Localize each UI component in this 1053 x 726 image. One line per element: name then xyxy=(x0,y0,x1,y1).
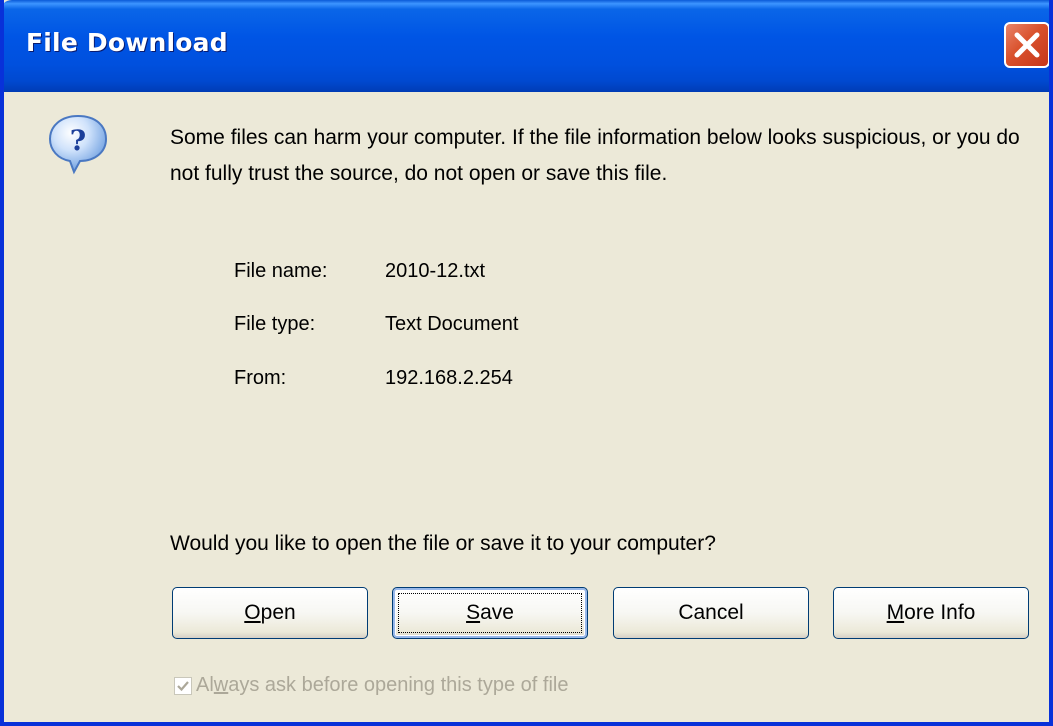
cancel-button-label: Cancel xyxy=(678,601,744,624)
more-info-button[interactable]: More Info xyxy=(833,587,1029,639)
more-info-button-label: More Info xyxy=(886,601,976,624)
svg-text:?: ? xyxy=(70,124,86,157)
always-ask-checkbox xyxy=(174,676,192,695)
file-type-value: Text Document xyxy=(385,313,519,335)
open-button[interactable]: Open xyxy=(172,587,368,639)
close-button[interactable] xyxy=(1004,22,1049,68)
question-icon: ? xyxy=(48,114,108,175)
file-type-label: File type: xyxy=(234,313,316,335)
from-label: From: xyxy=(234,367,287,389)
file-download-dialog: File Download ? Some files can harm your… xyxy=(0,0,1053,726)
always-ask-checkbox-row: Always ask before opening this type of f… xyxy=(174,674,568,697)
cancel-button[interactable]: Cancel xyxy=(613,587,809,639)
open-or-save-prompt: Would you like to open the file or save … xyxy=(170,532,716,555)
save-button-label: Save xyxy=(466,601,514,624)
window-title: File Download xyxy=(26,28,228,57)
warning-message: Some files can harm your computer. If th… xyxy=(170,126,1020,185)
always-ask-label: Always ask before opening this type of f… xyxy=(196,674,569,696)
file-name-value: 2010-12.txt xyxy=(385,260,486,282)
checkmark-icon xyxy=(177,680,189,691)
title-bar[interactable]: File Download xyxy=(4,0,1049,92)
file-name-label: File name: xyxy=(234,260,328,282)
from-value: 192.168.2.254 xyxy=(385,367,513,389)
save-button[interactable]: Save xyxy=(392,587,588,639)
open-button-label: Open xyxy=(244,601,296,624)
close-icon xyxy=(1014,32,1040,58)
